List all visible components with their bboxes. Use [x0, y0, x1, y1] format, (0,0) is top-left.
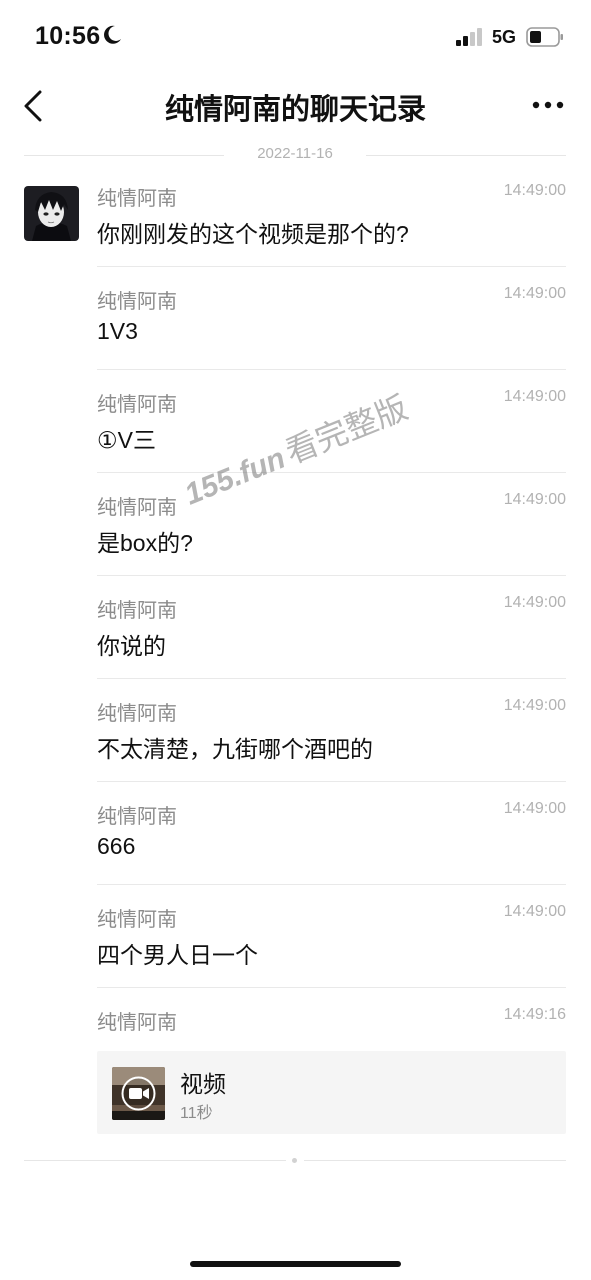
signal-icon	[456, 28, 482, 46]
message-text: 你说的	[97, 633, 166, 659]
message-divider	[97, 884, 566, 885]
moon-icon	[104, 25, 121, 44]
message-sender: 纯情阿南	[97, 497, 177, 519]
separator-line	[304, 1160, 566, 1161]
message-time: 14:49:00	[503, 903, 566, 920]
network-type: 5G	[492, 27, 517, 47]
watermark-text: 看完整版	[280, 389, 413, 471]
message-time: 14:49:00	[503, 388, 566, 405]
separator-dot	[292, 1158, 297, 1163]
message-time: 14:49:16	[503, 1006, 566, 1023]
message-sender: 纯情阿南	[97, 909, 177, 931]
message-time: 14:49:00	[503, 285, 566, 302]
video-thumbnail	[112, 1067, 165, 1120]
message-divider	[97, 575, 566, 576]
message-sender: 纯情阿南	[97, 394, 177, 416]
message-sender: 纯情阿南	[97, 291, 177, 313]
message-time: 14:49:00	[503, 182, 566, 199]
home-indicator[interactable]	[190, 1261, 401, 1267]
message-time: 14:49:00	[503, 800, 566, 817]
status-time: 10:56	[35, 22, 101, 50]
video-duration: 11秒	[180, 1105, 213, 1122]
message-text: 是box的?	[97, 530, 193, 556]
message-time: 14:49:00	[503, 594, 566, 611]
watermark-site: 155.fun	[180, 441, 290, 512]
message-time: 14:49:00	[503, 491, 566, 508]
end-separator	[24, 1158, 566, 1164]
message-sender: 纯情阿南	[97, 806, 177, 828]
message-text: 不太清楚，九街哪个酒吧的	[97, 736, 373, 762]
message-sender: 纯情阿南	[97, 188, 177, 210]
watermark: 155.fun 看完整版	[176, 374, 434, 514]
message-divider	[97, 678, 566, 679]
message-text: 1V3	[97, 318, 138, 344]
message-text: 你刚刚发的这个视频是那个的?	[97, 221, 409, 247]
message-sender: 纯情阿南	[97, 1012, 177, 1034]
date-label: 2022-11-16	[257, 145, 333, 162]
nav-bar: 纯情阿南的聊天记录	[0, 76, 591, 136]
message-divider	[97, 266, 566, 267]
message-sender: 纯情阿南	[97, 600, 177, 622]
message-text: 666	[97, 833, 136, 859]
message-divider	[97, 369, 566, 370]
message-sender: 纯情阿南	[97, 703, 177, 725]
message-divider	[97, 987, 566, 988]
message-divider	[97, 781, 566, 782]
page-title: 纯情阿南的聊天记录	[164, 94, 426, 126]
avatar[interactable]	[24, 186, 79, 241]
message-divider	[97, 472, 566, 473]
separator-line	[24, 1160, 286, 1161]
message-time: 14:49:00	[503, 697, 566, 714]
video-message-card[interactable]: 视频 11秒	[97, 1051, 566, 1134]
status-bar: 10:56 5G	[0, 0, 591, 76]
separator-line	[366, 155, 566, 156]
message-text: 四个男人日一个	[97, 942, 258, 968]
message-text: ①V三	[97, 427, 156, 453]
video-title: 视频	[180, 1071, 226, 1097]
battery-icon	[526, 27, 563, 47]
date-separator: 2022-11-16	[24, 142, 566, 168]
more-dots-icon[interactable]	[532, 100, 564, 110]
